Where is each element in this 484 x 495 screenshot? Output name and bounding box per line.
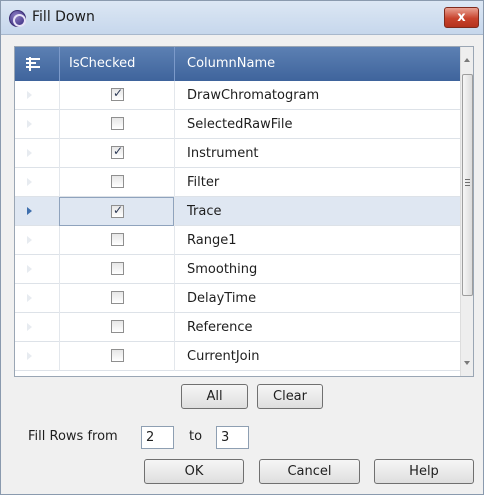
close-button[interactable]: x xyxy=(444,7,479,28)
ischecked-cell xyxy=(59,226,174,255)
ok-button[interactable]: OK xyxy=(144,459,244,484)
ischecked-cell xyxy=(59,81,174,110)
ischecked-checkbox[interactable] xyxy=(111,320,124,333)
to-label: to xyxy=(189,429,203,444)
columnname-cell[interactable]: DrawChromatogram xyxy=(174,81,460,110)
row-indicator-arrow-icon xyxy=(27,149,32,157)
ischecked-checkbox[interactable] xyxy=(111,86,124,101)
ischecked-checkbox[interactable] xyxy=(111,144,124,159)
app-logo-icon xyxy=(9,10,26,27)
ischecked-cell xyxy=(59,168,174,197)
ischecked-checkbox[interactable] xyxy=(111,349,124,362)
fill-rows-label: Fill Rows from xyxy=(28,429,118,444)
table-row[interactable]: Filter xyxy=(15,168,460,197)
row-selector[interactable] xyxy=(15,197,59,226)
vertical-scrollbar[interactable] xyxy=(460,47,473,376)
ischecked-cell xyxy=(59,110,174,139)
title-bar[interactable]: Fill Down x xyxy=(1,1,483,35)
table-row[interactable]: Trace xyxy=(15,197,460,226)
row-indicator-arrow-icon xyxy=(27,352,32,360)
help-button[interactable]: Help xyxy=(374,459,474,484)
scroll-down-arrow-icon[interactable] xyxy=(464,361,470,365)
all-button[interactable]: All xyxy=(181,384,248,409)
clear-button[interactable]: Clear xyxy=(257,384,323,409)
table-row[interactable]: Smoothing xyxy=(15,255,460,284)
row-indicator-arrow-icon xyxy=(27,207,32,215)
columnname-cell[interactable]: SelectedRawFile xyxy=(174,110,460,139)
ischecked-checkbox[interactable] xyxy=(111,291,124,304)
dialog-title: Fill Down xyxy=(32,9,95,25)
ischecked-checkbox[interactable] xyxy=(111,175,124,188)
table-row[interactable]: Reference xyxy=(15,313,460,342)
columnname-cell[interactable]: CurrentJoin xyxy=(174,342,460,371)
columns-grid: IsChecked ColumnName DrawChromatogramSel… xyxy=(14,46,474,377)
grid-corner-cell[interactable] xyxy=(15,47,59,81)
row-selector[interactable] xyxy=(15,342,59,371)
table-row[interactable]: DelayTime xyxy=(15,284,460,313)
ischecked-cell xyxy=(59,139,174,168)
row-indicator-arrow-icon xyxy=(27,265,32,273)
ischecked-cell xyxy=(59,255,174,284)
ischecked-checkbox[interactable] xyxy=(111,203,124,218)
ischecked-cell xyxy=(59,197,174,226)
row-indicator-arrow-icon xyxy=(27,120,32,128)
row-selector[interactable] xyxy=(15,110,59,139)
row-selector[interactable] xyxy=(15,81,59,110)
fill-from-input[interactable]: 2 xyxy=(141,426,174,449)
row-selector[interactable] xyxy=(15,255,59,284)
column-header-columnname[interactable]: ColumnName xyxy=(174,47,460,81)
row-indicator-arrow-icon xyxy=(27,178,32,186)
row-indicator-arrow-icon xyxy=(27,294,32,302)
table-row[interactable]: Instrument xyxy=(15,139,460,168)
row-selector[interactable] xyxy=(15,284,59,313)
row-indicator-arrow-icon xyxy=(27,323,32,331)
columnname-cell[interactable]: DelayTime xyxy=(174,284,460,313)
table-row[interactable]: DrawChromatogram xyxy=(15,81,460,110)
columnname-cell[interactable]: Instrument xyxy=(174,139,460,168)
table-row[interactable]: CurrentJoin xyxy=(15,342,460,371)
columnname-cell[interactable]: Trace xyxy=(174,197,460,226)
grid-header: IsChecked ColumnName xyxy=(15,47,460,81)
row-selector[interactable] xyxy=(15,313,59,342)
row-selector[interactable] xyxy=(15,226,59,255)
scroll-up-arrow-icon[interactable] xyxy=(464,58,470,62)
column-header-ischecked[interactable]: IsChecked xyxy=(59,47,174,81)
ischecked-checkbox[interactable] xyxy=(111,262,124,275)
ischecked-checkbox[interactable] xyxy=(111,233,124,246)
columnname-cell[interactable]: Range1 xyxy=(174,226,460,255)
fill-down-dialog: Fill Down x IsChecked ColumnName DrawChr… xyxy=(0,0,484,495)
row-indicator-arrow-icon xyxy=(27,236,32,244)
fill-to-input[interactable]: 3 xyxy=(216,426,249,449)
ischecked-checkbox[interactable] xyxy=(111,117,124,130)
scrollbar-thumb[interactable] xyxy=(462,74,473,296)
grip-icon xyxy=(465,179,470,186)
columnname-cell[interactable]: Filter xyxy=(174,168,460,197)
ischecked-cell xyxy=(59,284,174,313)
row-selector[interactable] xyxy=(15,168,59,197)
filter-rows-icon xyxy=(26,57,40,71)
row-selector[interactable] xyxy=(15,139,59,168)
columnname-cell[interactable]: Reference xyxy=(174,313,460,342)
ischecked-cell xyxy=(59,342,174,371)
columnname-cell[interactable]: Smoothing xyxy=(174,255,460,284)
table-row[interactable]: Range1 xyxy=(15,226,460,255)
row-indicator-arrow-icon xyxy=(27,91,32,99)
ischecked-cell xyxy=(59,313,174,342)
cancel-button[interactable]: Cancel xyxy=(259,459,360,484)
table-row[interactable]: SelectedRawFile xyxy=(15,110,460,139)
